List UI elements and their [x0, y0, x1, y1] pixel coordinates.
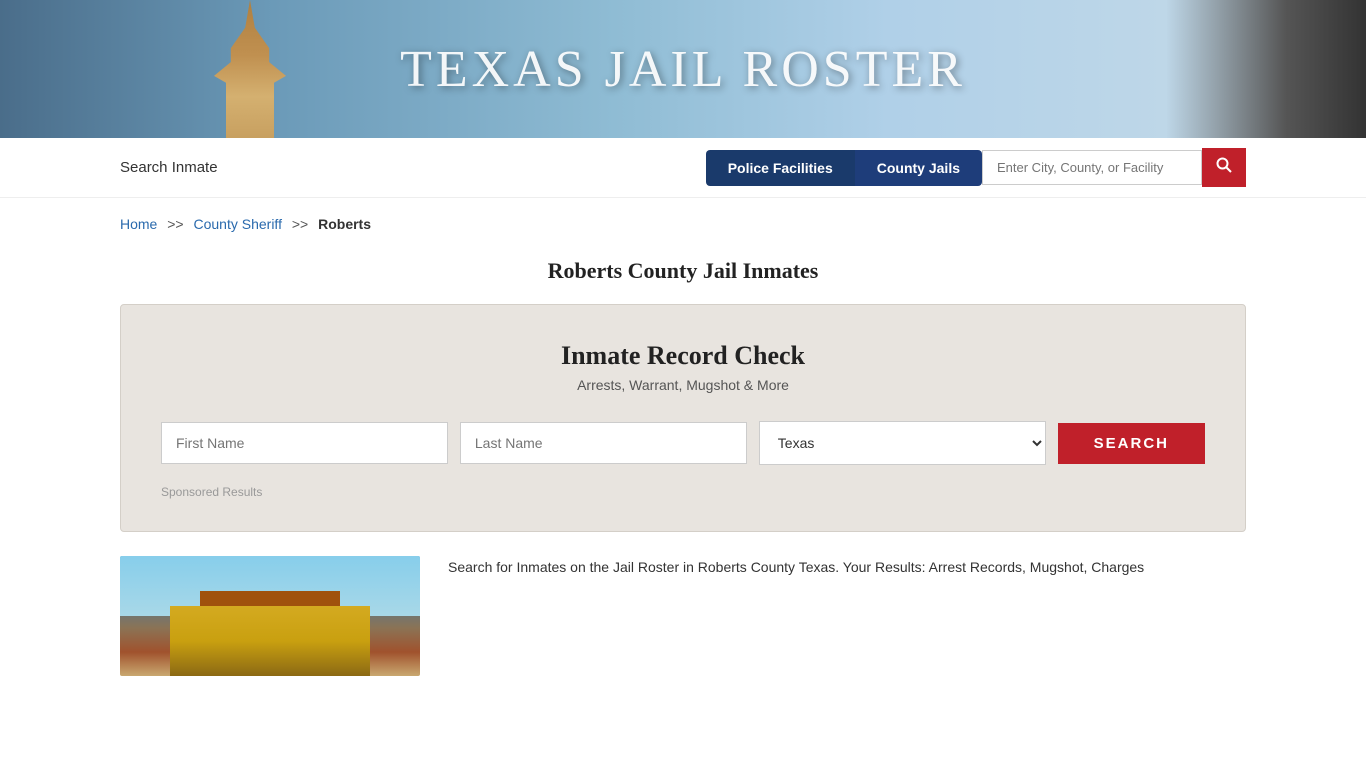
bottom-section: Search for Inmates on the Jail Roster in…	[0, 556, 1366, 676]
first-name-input[interactable]	[161, 422, 448, 464]
breadcrumb-separator-1: >>	[167, 216, 183, 232]
police-facilities-button[interactable]: Police Facilities	[706, 150, 855, 186]
site-title: Texas Jail Roster	[400, 40, 966, 99]
search-icon	[1216, 157, 1232, 173]
breadcrumb-current: Roberts	[318, 216, 371, 232]
search-form-row: AlabamaAlaskaArizonaArkansasCaliforniaCo…	[161, 421, 1205, 465]
breadcrumb: Home >> County Sheriff >> Roberts	[0, 198, 1366, 242]
header-banner: Texas Jail Roster	[0, 0, 1366, 138]
record-check-box: Inmate Record Check Arrests, Warrant, Mu…	[120, 304, 1246, 532]
county-building-image	[120, 556, 420, 676]
nav-right-section: Police Facilities County Jails	[706, 148, 1246, 187]
sponsored-label: Sponsored Results	[161, 485, 1205, 499]
breadcrumb-home-link[interactable]: Home	[120, 216, 157, 232]
bottom-description: Search for Inmates on the Jail Roster in…	[448, 556, 1246, 578]
record-check-subtitle: Arrests, Warrant, Mugshot & More	[161, 377, 1205, 393]
inmate-search-button[interactable]: SEARCH	[1058, 423, 1205, 464]
facility-search-button[interactable]	[1202, 148, 1246, 187]
search-inmate-label: Search Inmate	[120, 159, 218, 176]
breadcrumb-county-sheriff-link[interactable]: County Sheriff	[194, 216, 282, 232]
record-check-title: Inmate Record Check	[161, 341, 1205, 371]
nav-bar: Search Inmate Police Facilities County J…	[0, 138, 1366, 198]
breadcrumb-separator-2: >>	[292, 216, 308, 232]
county-jails-button[interactable]: County Jails	[855, 150, 982, 186]
last-name-input[interactable]	[460, 422, 747, 464]
state-select[interactable]: AlabamaAlaskaArizonaArkansasCaliforniaCo…	[759, 421, 1046, 465]
keys-image	[1166, 0, 1366, 138]
page-title: Roberts County Jail Inmates	[0, 258, 1366, 284]
building-facade	[170, 606, 370, 676]
facility-search-input[interactable]	[982, 150, 1202, 185]
